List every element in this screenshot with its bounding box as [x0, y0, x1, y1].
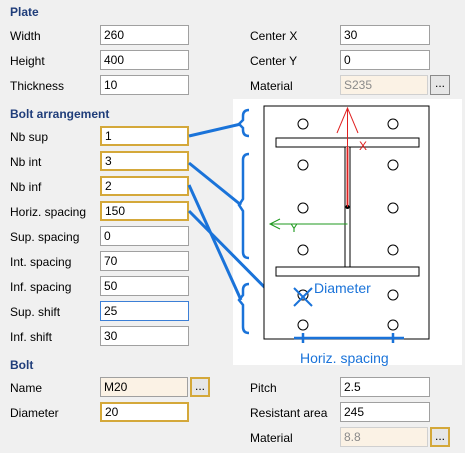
nb-sup-connector-line — [188, 122, 242, 138]
x-axis-label: X — [359, 139, 367, 153]
y-axis-label: Y — [290, 221, 298, 235]
diagram-drawing: X Y Diameter Horiz. spacing — [187, 105, 430, 366]
diameter-diagram-label: Diameter — [314, 280, 371, 296]
inf-bracket — [237, 282, 250, 335]
nb-inf-connector-line — [187, 184, 243, 301]
sup-bracket — [237, 108, 250, 138]
int-bracket — [237, 152, 250, 260]
bottom-flange — [275, 266, 420, 277]
horiz-spacing-diagram-label: Horiz. spacing — [300, 350, 389, 366]
